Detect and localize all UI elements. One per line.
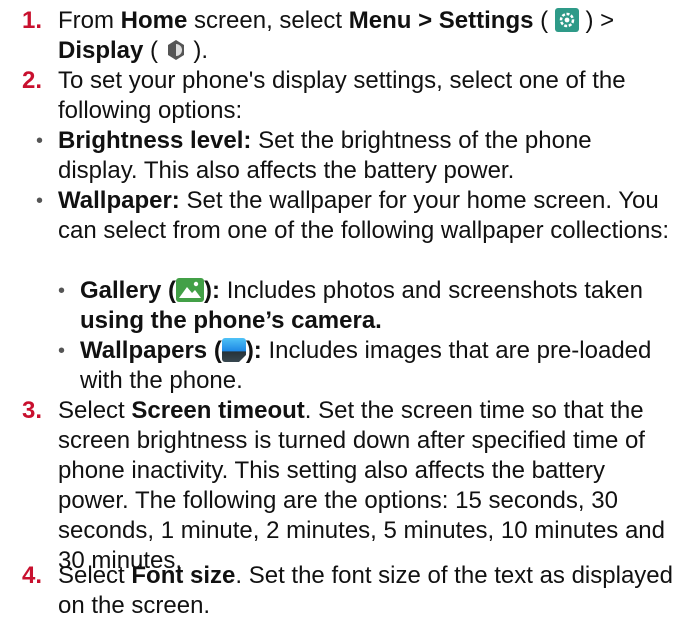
step-text: Select Screen timeout. Set the screen ti… xyxy=(58,397,665,574)
display-term: Display xyxy=(58,37,144,64)
step-number: 4. xyxy=(22,562,43,589)
font-size-term: Font size xyxy=(131,562,236,589)
step-text: From Home screen, select Menu > Settings… xyxy=(58,7,615,64)
gallery-label: Gallery ( xyxy=(80,277,177,304)
bullet: • xyxy=(36,130,44,152)
step-number: 3. xyxy=(22,397,43,424)
menu-settings-term: Menu > Settings xyxy=(348,7,534,34)
gallery-photo-icon xyxy=(176,278,205,302)
screen-timeout-term: Screen timeout xyxy=(131,397,305,424)
step-text: To set your phone's display settings, se… xyxy=(58,67,626,124)
display-settings-instructions: 1. From Home screen, select Menu > Setti… xyxy=(0,0,681,621)
brightness-label: Brightness level: xyxy=(58,127,252,154)
step-number: 2. xyxy=(22,67,43,94)
display-brightness-icon xyxy=(165,38,187,62)
bullet: • xyxy=(58,340,66,362)
wallpaper-image-icon xyxy=(221,338,246,362)
home-term: Home xyxy=(120,7,188,34)
bullet: • xyxy=(36,190,44,212)
wallpapers-label: Wallpapers ( xyxy=(80,337,222,364)
step-number: 1. xyxy=(22,7,43,34)
step-text: Select Font size. Set the font size of t… xyxy=(58,562,673,619)
bullet: • xyxy=(58,280,66,302)
settings-gear-icon xyxy=(554,8,579,32)
wallpaper-label: Wallpaper: xyxy=(58,187,180,214)
